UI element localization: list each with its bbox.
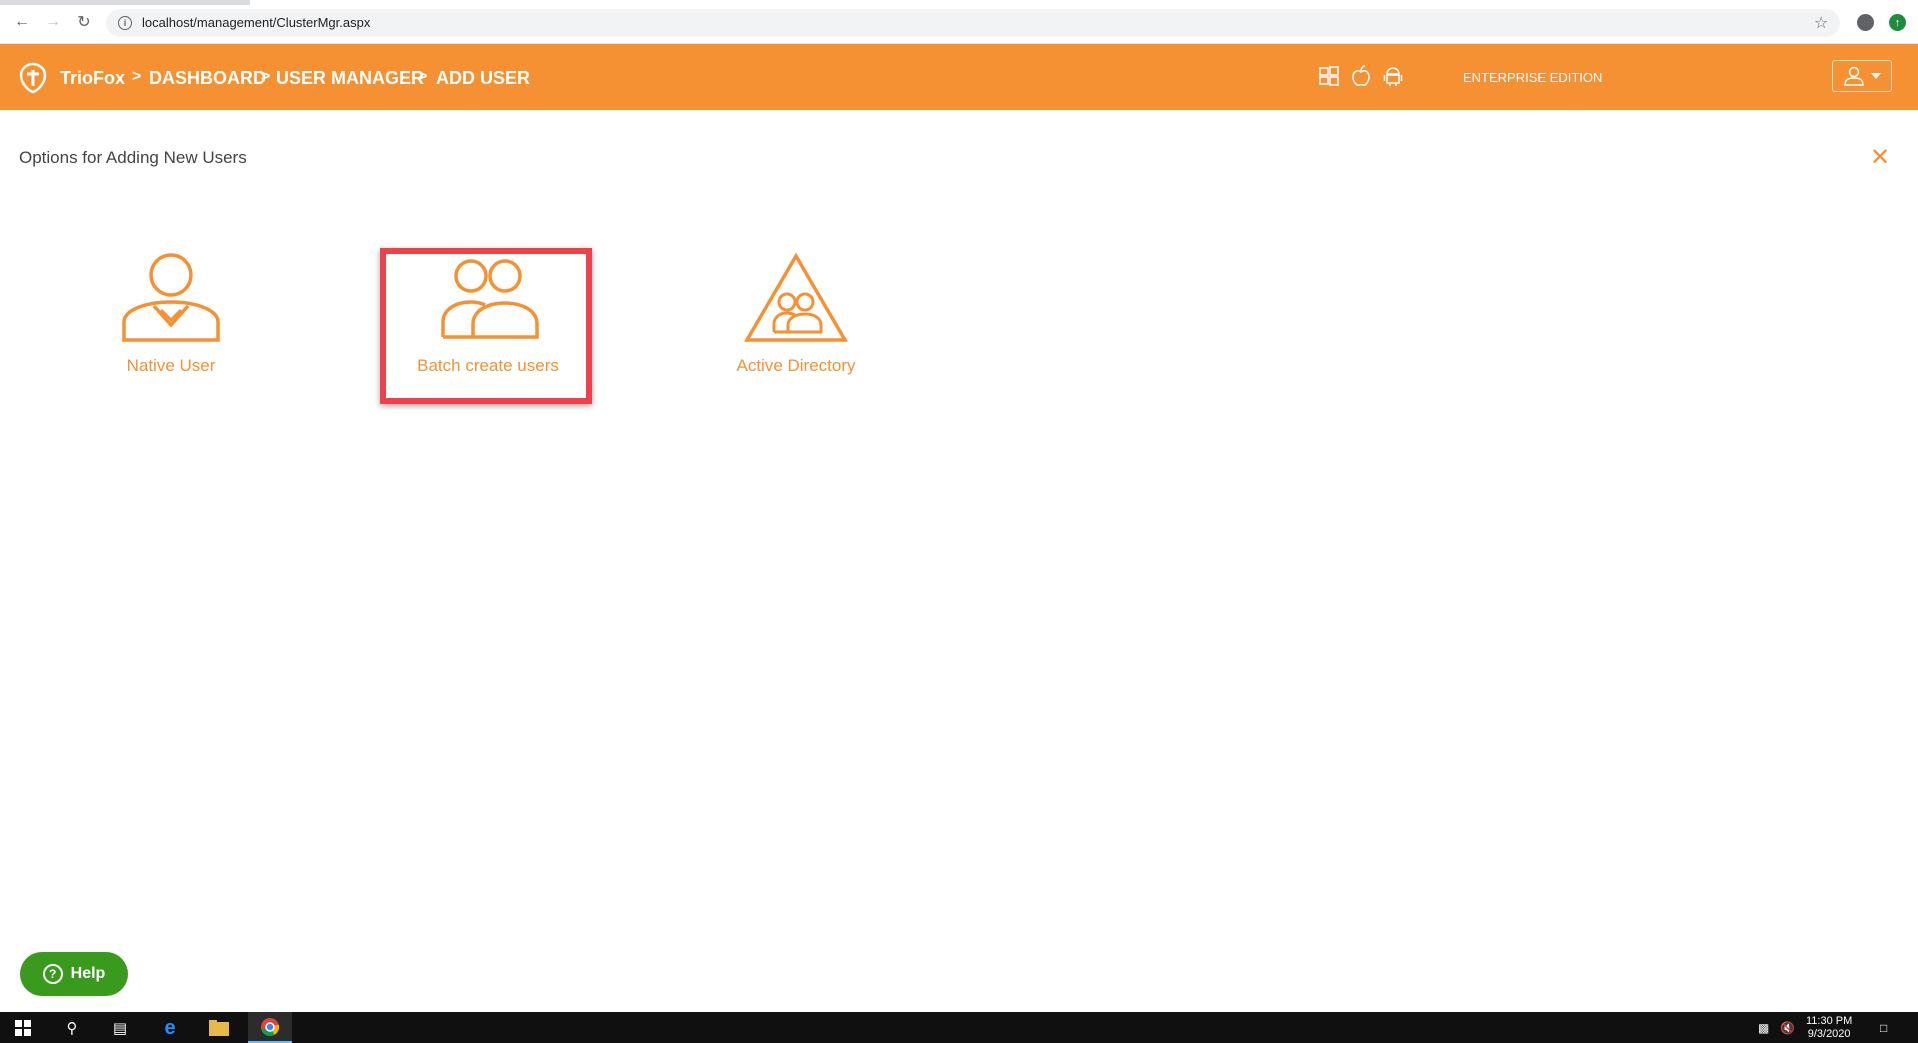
active-directory-icon	[743, 252, 849, 342]
edition-label: ENTERPRISE EDITION	[1463, 70, 1603, 85]
volume-muted-icon[interactable]: 🔇	[1780, 1021, 1795, 1035]
clock-date: 9/3/2020	[1807, 1028, 1851, 1040]
client-download-icons	[1318, 64, 1404, 88]
browser-update-icon[interactable]: ↑	[1889, 14, 1906, 31]
batch-create-users-label: Batch create users	[417, 356, 559, 375]
breadcrumb-dashboard[interactable]: DASHBOARD	[149, 68, 266, 89]
user-menu-button[interactable]	[1832, 60, 1892, 92]
bookmark-star-icon[interactable]: ☆	[1814, 13, 1828, 33]
task-view-icon[interactable]: ▤	[110, 1018, 130, 1038]
breadcrumb-separator: >	[261, 68, 271, 85]
page-title: Options for Adding New Users	[19, 148, 247, 167]
search-icon[interactable]: ⚲	[62, 1018, 82, 1038]
brand-name[interactable]: TrioFox	[60, 68, 125, 89]
address-bar[interactable]: i localhost/management/ClusterMgr.aspx	[106, 9, 1840, 37]
browser-tab-strip	[0, 0, 250, 5]
url-text[interactable]: localhost/management/ClusterMgr.aspx	[142, 15, 370, 30]
browser-profile-icon[interactable]	[1857, 14, 1874, 31]
user-icon	[1844, 66, 1864, 86]
native-user-option[interactable]: Native User	[66, 250, 276, 400]
network-icon[interactable]: ▩	[1758, 1021, 1769, 1035]
windows-icon[interactable]	[1318, 64, 1340, 88]
active-directory-option[interactable]: Active Directory	[691, 250, 901, 400]
triofox-logo-icon[interactable]	[18, 62, 48, 94]
chrome-taskbar-button[interactable]	[248, 1012, 292, 1043]
multiple-users-icon	[441, 259, 539, 339]
reload-icon[interactable]: ↻	[74, 12, 94, 32]
native-user-label: Native User	[126, 356, 216, 375]
breadcrumb-separator: >	[132, 68, 142, 85]
chrome-icon	[261, 1018, 280, 1037]
taskbar-clock[interactable]: 11:30 PM 9/3/2020	[1806, 1015, 1852, 1041]
question-icon: ?	[42, 964, 63, 984]
clock-time: 11:30 PM	[1806, 1015, 1853, 1027]
breadcrumb-separator: >	[418, 68, 428, 85]
breadcrumb-add-user: ADD USER	[436, 68, 531, 88]
close-icon[interactable]: ✕	[1870, 146, 1890, 170]
help-label: Help	[70, 965, 106, 982]
help-button[interactable]: ? Help	[20, 952, 128, 996]
active-directory-label: Active Directory	[736, 356, 856, 375]
breadcrumb-user-manager[interactable]: USER MANAGER	[276, 68, 424, 89]
batch-create-users-option[interactable]: Batch create users	[383, 250, 593, 400]
app-header: TrioFox > DASHBOARD > USER MANAGER > ADD…	[0, 44, 1918, 110]
browser-toolbar: ← → ↻ i localhost/management/ClusterMgr.…	[0, 0, 1918, 44]
forward-arrow-icon[interactable]: →	[43, 12, 63, 32]
single-user-icon	[122, 253, 220, 342]
chevron-down-icon	[1871, 73, 1881, 79]
apple-icon[interactable]	[1350, 64, 1372, 88]
internet-explorer-icon[interactable]: e	[160, 1017, 180, 1039]
site-info-icon[interactable]: i	[118, 16, 132, 30]
windows-start-icon[interactable]	[13, 1018, 33, 1038]
file-explorer-icon[interactable]	[209, 1018, 229, 1038]
back-arrow-icon[interactable]: ←	[12, 12, 32, 32]
notifications-icon[interactable]: □	[1880, 1021, 1887, 1035]
windows-taskbar: ⚲ ▤ e ▩ 🔇 11:30 PM 9/3/2020 □	[0, 1012, 1918, 1043]
android-icon[interactable]	[1382, 64, 1404, 88]
